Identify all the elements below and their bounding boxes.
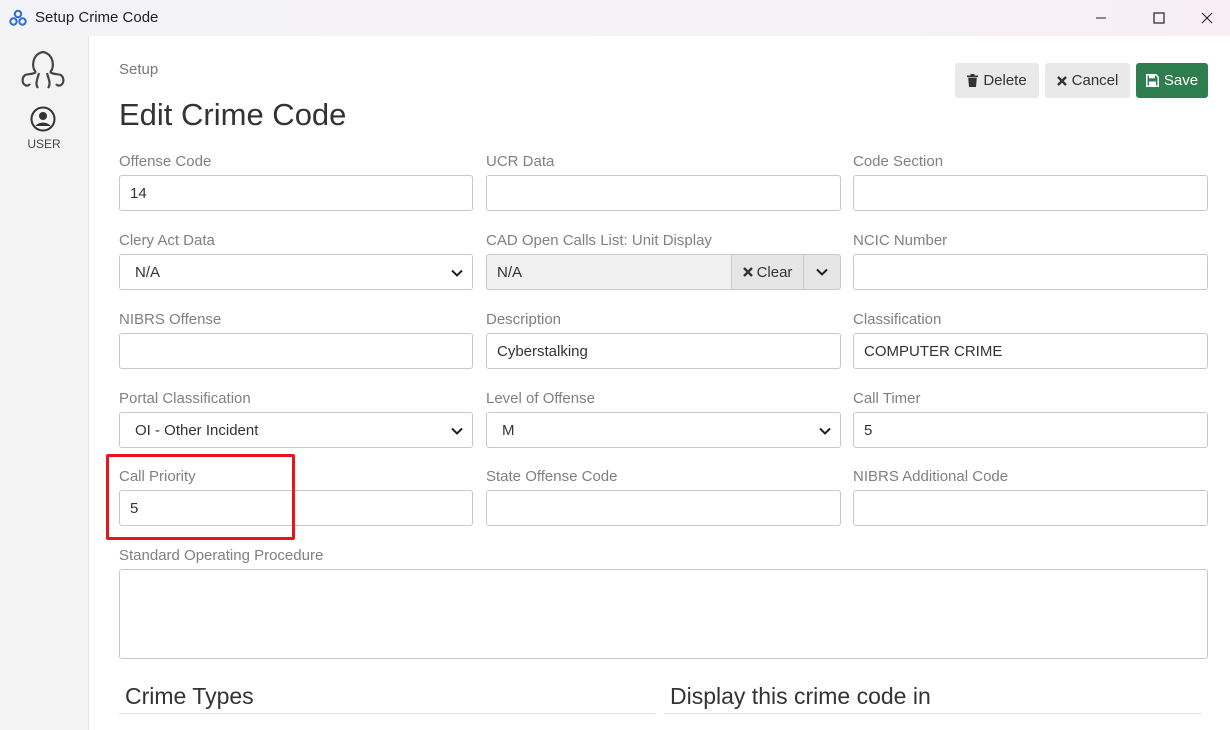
- description-value: Cyberstalking: [497, 342, 588, 360]
- save-label: Save: [1163, 72, 1199, 89]
- ucr-data-label: UCR Data: [486, 153, 555, 170]
- state-offense-code-input[interactable]: [486, 490, 841, 526]
- app-logo-icon: [9, 9, 27, 26]
- code-section-input[interactable]: [853, 175, 1208, 211]
- close-button[interactable]: [1184, 0, 1230, 36]
- clery-act-data-select[interactable]: N/A: [119, 254, 473, 290]
- description-input[interactable]: Cyberstalking: [486, 333, 841, 369]
- x-icon: [742, 267, 753, 277]
- octopus-logo-icon[interactable]: [17, 46, 69, 92]
- ncic-number-input[interactable]: [853, 254, 1208, 290]
- call-timer-value: 5: [864, 421, 873, 439]
- chevron-down-icon: [451, 269, 463, 277]
- ucr-data-input[interactable]: [486, 175, 841, 211]
- classification-value: COMPUTER CRIME: [864, 342, 1003, 360]
- maximize-button[interactable]: [1136, 0, 1182, 36]
- display-in-divider: [664, 713, 1202, 714]
- cad-open-calls-clear-button[interactable]: Clear: [731, 254, 804, 290]
- nibrs-additional-code-label: NIBRS Additional Code: [853, 468, 1009, 485]
- save-button[interactable]: Save: [1136, 63, 1208, 98]
- delete-label: Delete: [983, 72, 1027, 89]
- trash-icon: [967, 74, 979, 87]
- code-section-label: Code Section: [853, 153, 944, 170]
- chevron-down-icon: [819, 427, 831, 435]
- delete-button[interactable]: Delete: [955, 63, 1039, 98]
- display-in-heading: Display this crime code in: [670, 683, 931, 709]
- sop-label: Standard Operating Procedure: [119, 547, 324, 564]
- user-label[interactable]: USER: [0, 137, 88, 151]
- level-of-offense-value: M: [502, 421, 515, 439]
- maximize-icon: [1153, 12, 1165, 24]
- minimize-icon: [1096, 17, 1106, 19]
- cancel-label: Cancel: [1071, 72, 1119, 89]
- clear-label: Clear: [756, 263, 793, 281]
- portal-classification-value: OI - Other Incident: [135, 421, 259, 439]
- ncic-number-label: NCIC Number: [853, 232, 948, 249]
- clery-act-data-label: Clery Act Data: [119, 232, 215, 249]
- x-icon: [1056, 75, 1067, 86]
- level-of-offense-label: Level of Offense: [486, 390, 595, 407]
- nibrs-offense-label: NIBRS Offense: [119, 311, 222, 328]
- page-title: Edit Crime Code: [119, 97, 347, 132]
- description-label: Description: [486, 311, 562, 328]
- close-icon: [1201, 12, 1213, 24]
- chevron-down-icon: [451, 427, 463, 435]
- clery-act-data-value: N/A: [135, 263, 161, 281]
- user-icon[interactable]: [30, 106, 56, 132]
- minimize-button[interactable]: [1078, 0, 1124, 36]
- classification-label: Classification: [853, 311, 942, 328]
- cad-open-calls-label: CAD Open Calls List: Unit Display: [486, 232, 712, 249]
- offense-code-input[interactable]: 14: [119, 175, 473, 211]
- portal-classification-select[interactable]: OI - Other Incident: [119, 412, 473, 448]
- level-of-offense-select[interactable]: M: [486, 412, 841, 448]
- floppy-disk-icon: [1145, 74, 1159, 87]
- offense-code-label: Offense Code: [119, 153, 212, 170]
- call-timer-label: Call Timer: [853, 390, 921, 407]
- call-timer-input[interactable]: 5: [853, 412, 1208, 448]
- cad-open-calls-value: N/A: [497, 263, 523, 281]
- title-bar: Setup Crime Code: [0, 0, 1230, 36]
- portal-classification-label: Portal Classification: [119, 390, 251, 407]
- nibrs-offense-input[interactable]: [119, 333, 473, 369]
- cancel-button[interactable]: Cancel: [1045, 63, 1130, 98]
- breadcrumb: Setup: [119, 61, 159, 78]
- call-priority-highlight: [106, 454, 295, 540]
- window-title: Setup Crime Code: [35, 9, 159, 26]
- sop-textarea[interactable]: [119, 569, 1208, 659]
- side-rail: USER: [0, 36, 89, 730]
- classification-input[interactable]: COMPUTER CRIME: [853, 333, 1208, 369]
- chevron-down-icon: [816, 268, 828, 276]
- crime-types-divider: [119, 713, 655, 714]
- crime-types-heading: Crime Types: [125, 683, 254, 709]
- nibrs-additional-code-input[interactable]: [853, 490, 1208, 526]
- offense-code-value: 14: [130, 184, 147, 202]
- cad-open-calls-combobox[interactable]: N/A: [486, 254, 731, 290]
- cad-open-calls-dropdown-toggle[interactable]: [804, 254, 841, 290]
- state-offense-code-label: State Offense Code: [486, 468, 618, 485]
